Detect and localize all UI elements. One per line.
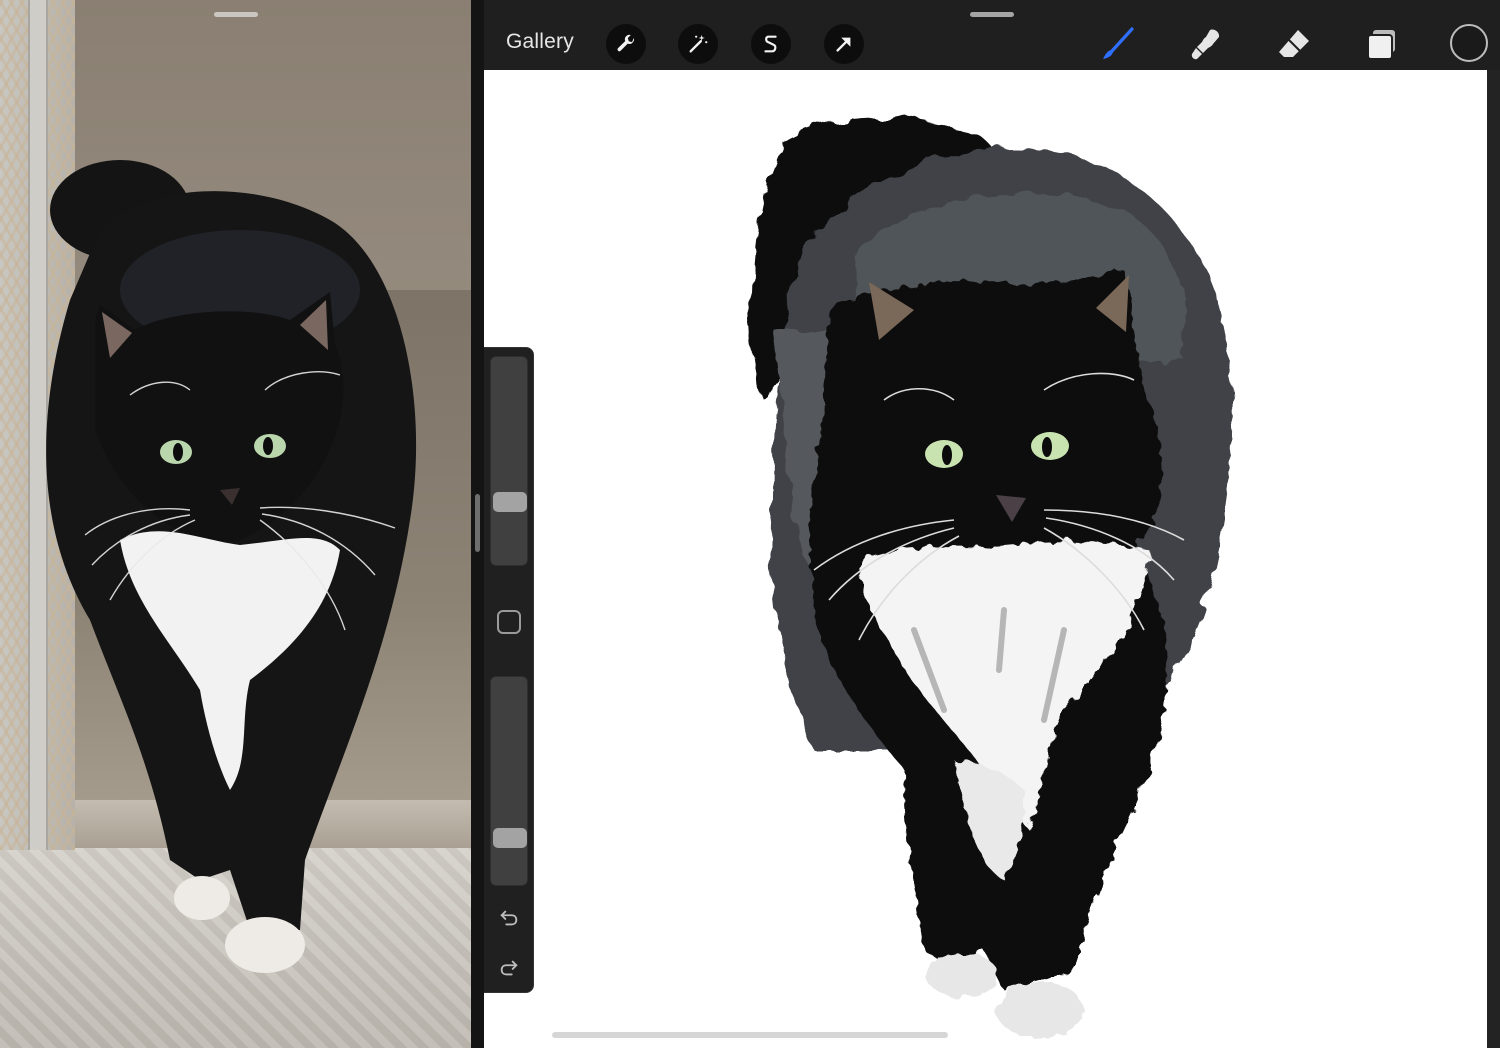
adjustments-button[interactable] [678,24,718,64]
reference-cat-photo [46,160,417,973]
procreate-app: Gallery [484,0,1500,1048]
smudge-tool-button[interactable] [1184,22,1228,66]
redo-icon [500,960,518,976]
eraser-tool-button[interactable] [1272,22,1316,66]
split-grabber-left[interactable] [214,12,258,17]
redo-button[interactable] [495,954,523,982]
brush-icon [1103,27,1134,59]
brush-opacity-slider[interactable] [490,676,528,886]
brush-tool-button[interactable] [1096,22,1140,66]
smudge-icon [1191,29,1220,60]
color-picker-swatch[interactable] [1450,24,1488,62]
modify-button[interactable] [497,610,521,634]
undo-button[interactable] [495,904,523,932]
layers-button[interactable] [1360,22,1404,66]
wrench-icon [617,34,634,52]
split-resize-handle[interactable] [475,494,480,552]
selection-button[interactable] [751,24,791,64]
magic-wand-icon [689,34,708,53]
layers-icon [1367,30,1395,60]
transform-arrow-icon [836,37,851,52]
brush-size-thumb[interactable] [493,492,527,513]
split-grabber-right[interactable] [970,12,1014,17]
undo-icon [500,910,518,926]
canvas-scrollbar[interactable] [552,1032,948,1038]
brush-opacity-thumb[interactable] [493,828,527,849]
gallery-button[interactable]: Gallery [506,30,574,54]
cat-illustration [750,117,1233,1038]
brush-size-slider[interactable] [490,356,528,566]
selection-s-icon [764,35,777,53]
brush-sidebar [484,347,534,993]
eraser-icon [1279,30,1309,57]
drawing-canvas[interactable] [484,70,1487,1048]
top-toolbar: Gallery [484,0,1500,70]
transform-button[interactable] [824,24,864,64]
reference-photo-pane [0,0,471,1048]
actions-button[interactable] [606,24,646,64]
